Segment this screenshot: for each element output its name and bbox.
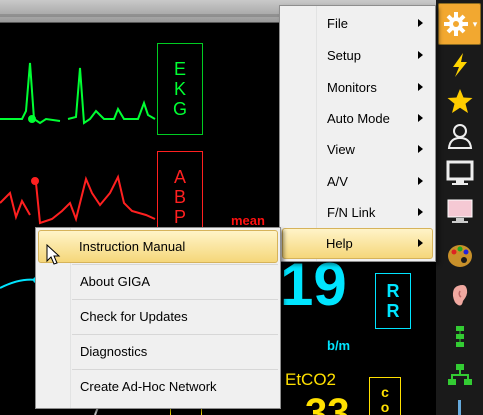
network-tree-icon[interactable] bbox=[438, 322, 481, 352]
menu-item-label: Setup bbox=[327, 48, 361, 63]
menu-item-label: Auto Mode bbox=[327, 111, 390, 126]
submenu-item-about[interactable]: About GIGA bbox=[38, 265, 278, 298]
submenu-item-label: Create Ad-Hoc Network bbox=[80, 379, 217, 394]
rr-waveform bbox=[0, 278, 37, 289]
ekg-marker bbox=[28, 115, 36, 123]
co-letter: c bbox=[381, 384, 389, 400]
menu-item-monitors[interactable]: Monitors bbox=[282, 72, 433, 103]
etco2-value: 33 bbox=[305, 391, 350, 415]
menu-item-view[interactable]: View bbox=[282, 134, 433, 165]
menu-item-label: Help bbox=[326, 236, 353, 251]
submenu-item-label: Check for Updates bbox=[80, 309, 188, 324]
submenu-item-label: About GIGA bbox=[80, 274, 151, 289]
network-icon[interactable] bbox=[438, 360, 481, 390]
rr-letter: R bbox=[386, 301, 400, 321]
menu-item-help[interactable]: Help bbox=[282, 228, 433, 259]
star-icon[interactable] bbox=[438, 86, 481, 116]
lightning-icon[interactable] bbox=[438, 50, 481, 80]
rr-letter: R bbox=[386, 281, 400, 301]
submenu-arrow-icon bbox=[418, 51, 423, 59]
co-label-box: c o bbox=[369, 377, 401, 415]
submenu-arrow-icon bbox=[418, 208, 423, 216]
submenu-arrow-icon bbox=[418, 114, 423, 122]
menu-item-file[interactable]: File bbox=[282, 8, 433, 39]
menu-item-av[interactable]: A/V bbox=[282, 166, 433, 197]
menu-item-fn-link[interactable]: F/N Link bbox=[282, 197, 433, 228]
rr-label-box: R R bbox=[375, 273, 411, 329]
menu-item-auto-mode[interactable]: Auto Mode bbox=[282, 103, 433, 134]
monitor-icon[interactable] bbox=[438, 158, 481, 188]
menu-item-label: Monitors bbox=[327, 80, 377, 95]
pink-monitor-icon[interactable] bbox=[438, 196, 481, 226]
rr-unit: b/m bbox=[327, 338, 351, 353]
mouse-cursor-icon bbox=[46, 244, 61, 265]
abp-mean-label: mean bbox=[231, 213, 265, 228]
submenu-arrow-icon bbox=[418, 177, 423, 185]
menu-item-label: File bbox=[327, 16, 348, 31]
submenu-arrow-icon bbox=[418, 239, 423, 247]
context-menu: File Setup Monitors Auto Mode View A/V F… bbox=[279, 5, 436, 262]
ekg-letter: G bbox=[172, 99, 187, 119]
rr-value: 19 bbox=[280, 251, 347, 318]
submenu-item-label: Instruction Manual bbox=[79, 239, 186, 254]
ekg-letter: E bbox=[173, 59, 186, 79]
submenu-arrow-icon bbox=[418, 19, 423, 27]
submenu-item-instruction-manual[interactable]: Instruction Manual bbox=[38, 230, 278, 263]
ekg-letter: K bbox=[173, 79, 186, 99]
menu-item-label: A/V bbox=[327, 174, 348, 189]
abp-marker bbox=[31, 177, 39, 185]
menu-item-label: View bbox=[327, 142, 355, 157]
ekg-waveform bbox=[0, 62, 156, 125]
submenu-arrow-icon bbox=[418, 83, 423, 91]
submenu-item-diagnostics[interactable]: Diagnostics bbox=[38, 335, 278, 368]
abp-letter: P bbox=[173, 207, 186, 227]
submenu-item-check-updates[interactable]: Check for Updates bbox=[38, 300, 278, 333]
person-icon[interactable] bbox=[438, 121, 481, 151]
palette-icon[interactable] bbox=[438, 241, 481, 271]
ekg-label-box: E K G bbox=[157, 43, 203, 135]
etco2-label: EtCO2 bbox=[285, 370, 337, 389]
abp-letter: B bbox=[173, 187, 186, 207]
tool-sidebar: ▾ bbox=[436, 0, 483, 415]
menu-item-setup[interactable]: Setup bbox=[282, 40, 433, 71]
abp-letter: A bbox=[173, 167, 186, 187]
ear-icon[interactable] bbox=[438, 280, 481, 310]
co-letter: o bbox=[380, 399, 390, 415]
abp-waveform bbox=[0, 174, 156, 225]
submenu-item-label: Diagnostics bbox=[80, 344, 148, 359]
menu-item-label: F/N Link bbox=[327, 205, 376, 220]
submenu-arrow-icon bbox=[418, 145, 423, 153]
gear-icon[interactable]: ▾ bbox=[438, 3, 481, 45]
help-submenu: Instruction Manual About GIGA Check for … bbox=[35, 227, 281, 409]
submenu-item-ad-hoc-network[interactable]: Create Ad-Hoc Network bbox=[38, 370, 278, 403]
misc-icon[interactable] bbox=[438, 396, 481, 415]
